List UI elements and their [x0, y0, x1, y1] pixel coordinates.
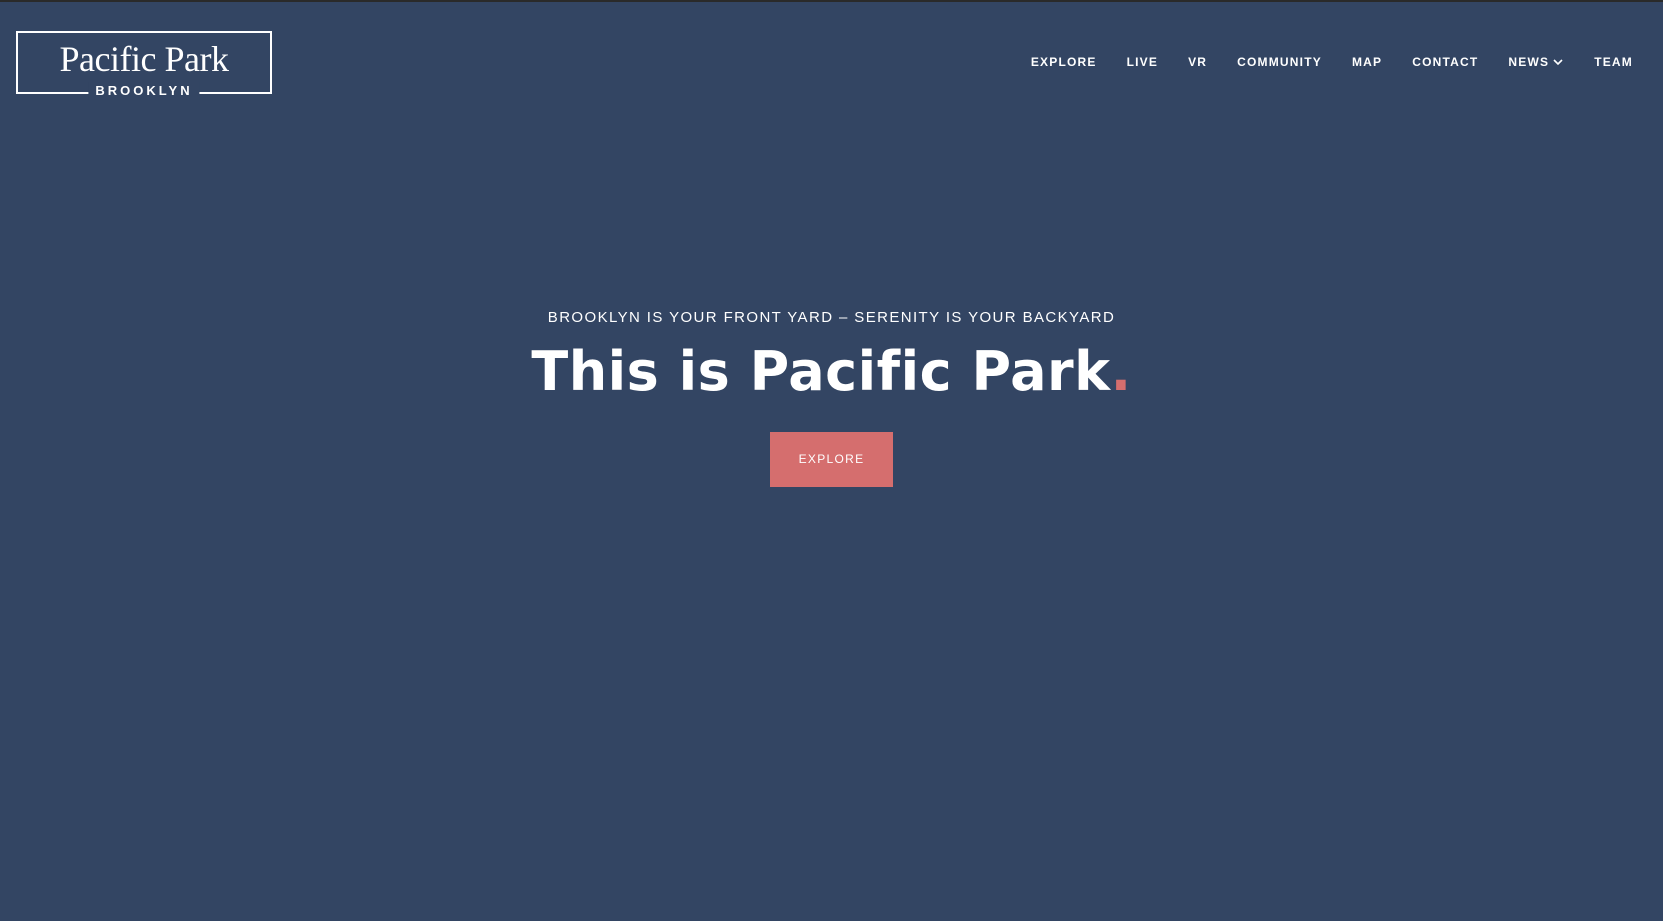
nav-label-explore: EXPLORE [1030, 55, 1097, 69]
brand-logo[interactable]: Pacific Park BROOKLYN [16, 31, 272, 100]
hero-section: BROOKLYN IS YOUR FRONT YARD – SERENITY I… [0, 306, 1663, 487]
hero-headline-text: This is Pacific Park [531, 340, 1111, 403]
explore-button[interactable]: EXPLORE [770, 432, 893, 487]
nav-item-team[interactable]: TEAM [1594, 55, 1633, 69]
logo-wordmark: Pacific Park [59, 39, 229, 79]
nav-label-vr: VR [1188, 55, 1208, 69]
nav-label-team: TEAM [1594, 55, 1633, 69]
hero-headline-dot: . [1110, 340, 1132, 403]
nav-item-contact[interactable]: CONTACT [1412, 55, 1478, 69]
nav-item-live[interactable]: LIVE [1127, 55, 1158, 69]
nav-item-map[interactable]: MAP [1352, 55, 1382, 69]
nav-item-vr[interactable]: VR [1188, 55, 1207, 69]
top-border [0, 0, 1663, 2]
nav-label-live: LIVE [1126, 55, 1159, 69]
logo-location: BROOKLYN [88, 82, 200, 100]
hero-headline: This is Pacific Park. [0, 338, 1663, 406]
chevron-down-icon[interactable] [1552, 56, 1564, 68]
nav-label-news: NEWS [1508, 55, 1550, 69]
nav-label-map: MAP [1351, 55, 1383, 69]
nav-item-community[interactable]: COMMUNITY [1237, 55, 1322, 69]
nav-label-contact: CONTACT [1412, 55, 1479, 69]
main-nav: EXPLORE LIVE VR COMMUNITY MAP CONTACT NE… [1031, 55, 1633, 69]
nav-item-explore[interactable]: EXPLORE [1031, 55, 1097, 69]
hero-tagline: BROOKLYN IS YOUR FRONT YARD – SERENITY I… [547, 309, 1116, 326]
nav-item-news[interactable]: NEWS [1508, 55, 1564, 69]
nav-label-community: COMMUNITY [1237, 55, 1322, 69]
